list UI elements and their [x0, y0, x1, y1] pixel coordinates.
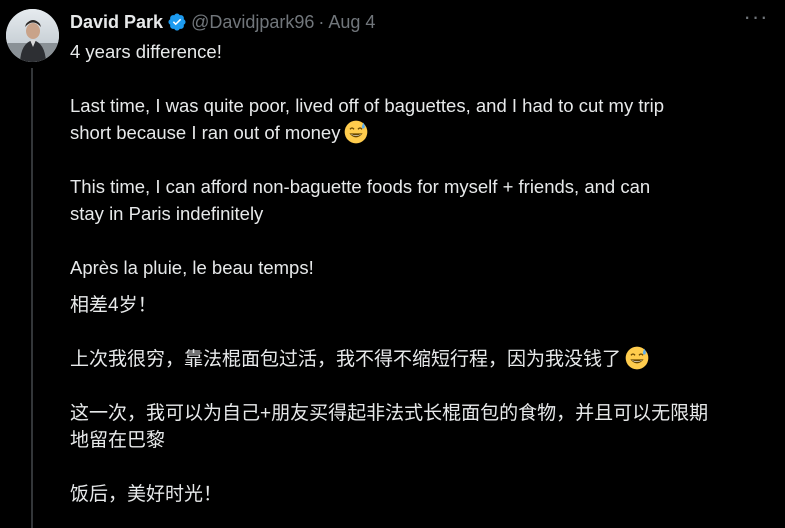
- more-icon[interactable]: ···: [742, 6, 770, 32]
- author-name[interactable]: David Park: [70, 12, 163, 33]
- avatar[interactable]: [6, 9, 59, 62]
- tweet-text-line: 4 years difference!: [70, 41, 222, 62]
- separator-dot: ·: [318, 11, 325, 32]
- avatar-image: [6, 9, 59, 62]
- tweet-header: David Park @Davidjpark96 · Aug 4: [70, 10, 375, 34]
- tweet-text-line: 饭后，美好时光！: [70, 484, 223, 505]
- tweet-text-line: 这一次，我可以为自己+朋友买得起非法式长棍面包的食物，并且可以无限期: [70, 403, 709, 424]
- tweet-text-line: This time, I can afford non-baguette foo…: [70, 176, 651, 197]
- tweet-text-line: 地留在巴黎: [70, 430, 166, 451]
- grinning-face-with-sweat-emoji: [625, 346, 649, 370]
- tweet-text-line: Après la pluie, le beau temps!: [70, 257, 314, 278]
- post-date[interactable]: Aug 4: [328, 12, 375, 33]
- tweet-text-line: 相差4岁！: [70, 295, 157, 316]
- tweet-text-line: short because I ran out of money: [70, 119, 368, 146]
- tweet-text-line: stay in Paris indefinitely: [70, 203, 264, 224]
- verified-badge-icon: [168, 13, 186, 31]
- tweet-text-segment: short because I ran out of money: [70, 122, 341, 143]
- tweet-text-line: 上次我很穷，靠法棍面包过活，我不得不缩短行程，因为我没钱了: [70, 346, 649, 373]
- author-handle[interactable]: @Davidjpark96: [191, 12, 314, 33]
- tweet-text-segment: 上次我很穷，靠法棍面包过活，我不得不缩短行程，因为我没钱了: [70, 349, 622, 370]
- grinning-face-with-sweat-emoji: [345, 120, 368, 144]
- thread-connector-line: [31, 68, 33, 528]
- tweet-text-line: Last time, I was quite poor, lived off o…: [70, 95, 665, 116]
